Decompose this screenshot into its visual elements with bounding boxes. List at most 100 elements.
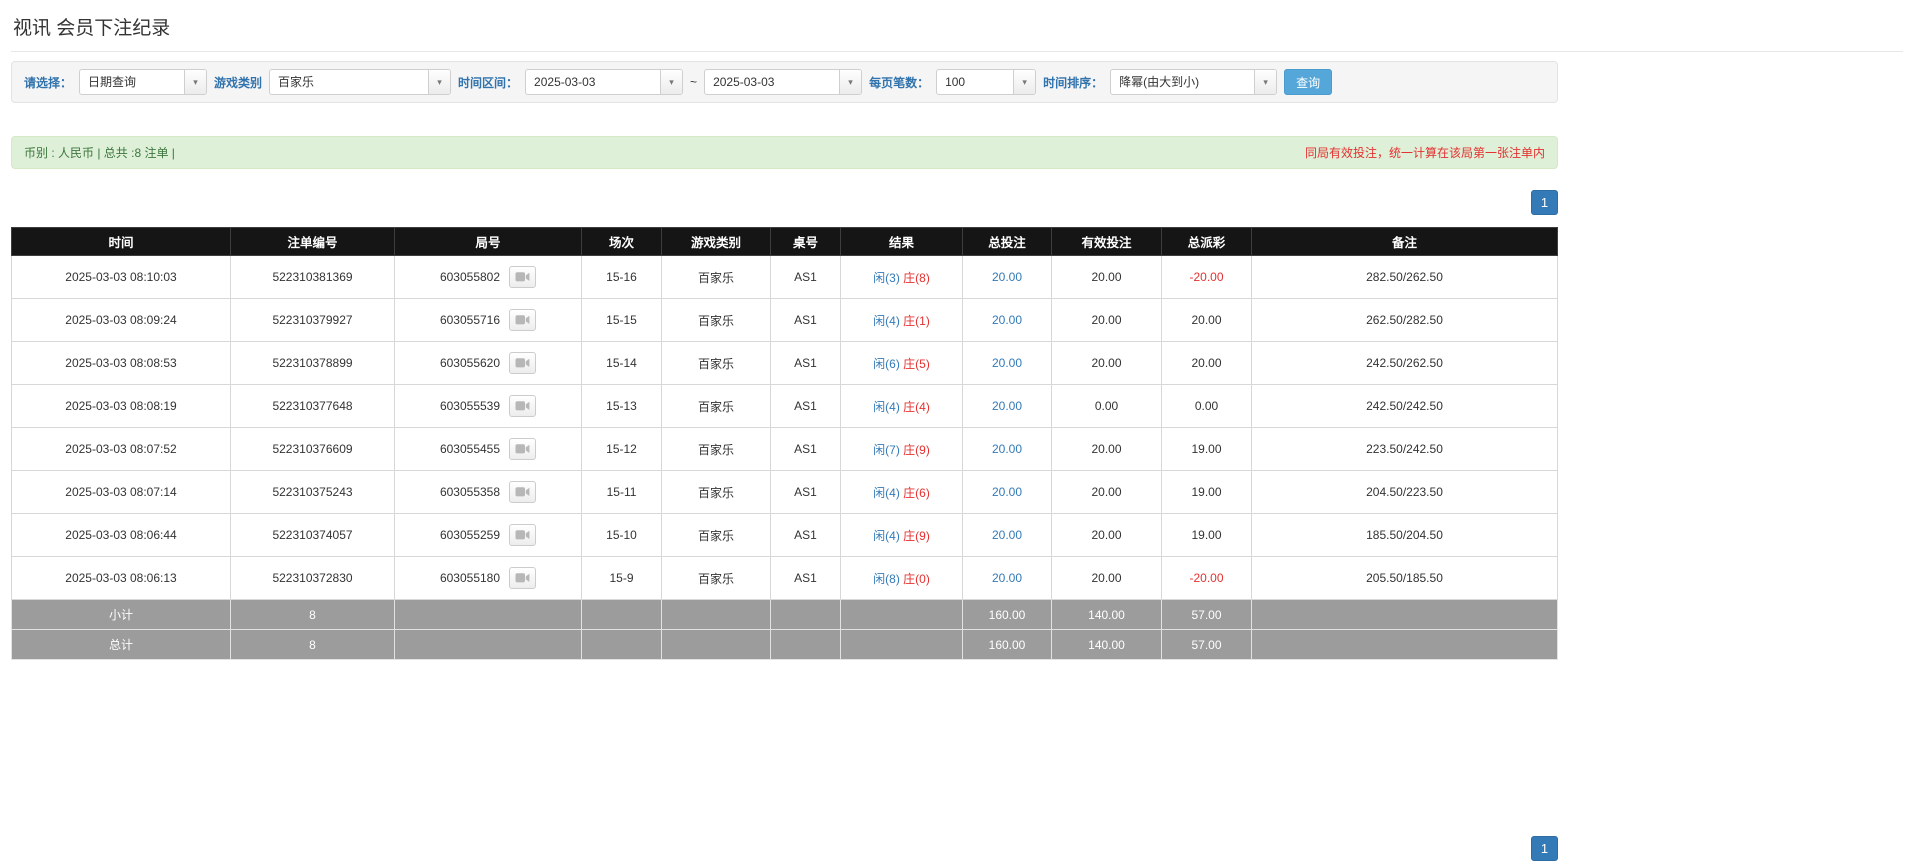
round-number: 603055259 (439, 528, 501, 542)
cell-total-bet[interactable]: 20.00 (962, 255, 1052, 299)
cell-total-bet[interactable]: 20.00 (962, 384, 1052, 428)
cell-total-bet[interactable]: 20.00 (962, 470, 1052, 514)
total-label: 总计 (11, 629, 231, 660)
page-number-button[interactable]: 1 (1531, 190, 1558, 215)
video-replay-button[interactable] (509, 266, 537, 288)
date-to-select[interactable]: 2025-03-03 ▾ (704, 69, 863, 95)
cell-note: 242.50/242.50 (1251, 384, 1558, 428)
table-body: 2025-03-03 08:10:03 522310381369 603055802… (11, 255, 1558, 600)
cell-total-bet[interactable]: 20.00 (962, 556, 1052, 600)
cell-table-no: AS1 (770, 298, 841, 342)
cell-round-no: 603055802 (394, 255, 582, 299)
date-from-select[interactable]: 2025-03-03 ▾ (525, 69, 684, 95)
header-total-bet: 总投注 (962, 227, 1052, 256)
total-bet-link[interactable]: 20.00 (992, 571, 1022, 585)
cell-time: 2025-03-03 08:07:14 (11, 470, 231, 514)
cell-table-no: AS1 (770, 513, 841, 557)
cell-time: 2025-03-03 08:06:44 (11, 513, 231, 557)
video-replay-button[interactable] (509, 567, 537, 589)
total-bet-link[interactable]: 20.00 (992, 485, 1022, 499)
total-count: 8 (230, 629, 395, 660)
cell-game-type: 百家乐 (661, 470, 771, 514)
cell-round-no: 603055620 (394, 341, 582, 385)
header-game-type: 游戏类别 (661, 227, 771, 256)
chevron-down-icon[interactable]: ▾ (1013, 70, 1036, 94)
query-type-select[interactable]: 日期查询 ▾ (79, 69, 208, 95)
game-type-select[interactable]: 百家乐 ▾ (269, 69, 452, 95)
video-replay-icon (515, 315, 530, 325)
page: 视讯 会员下注纪录 请选择： 日期查询 ▾ 游戏类别 百家乐 ▾ 时间区间： 2… (0, 0, 1914, 861)
cell-total-bet[interactable]: 20.00 (962, 427, 1052, 471)
cell-total-bet[interactable]: 20.00 (962, 298, 1052, 342)
chevron-down-icon[interactable]: ▾ (1254, 70, 1277, 94)
total-bet-link[interactable]: 20.00 (992, 270, 1022, 284)
video-replay-button[interactable] (509, 352, 537, 374)
header-round-no: 局号 (394, 227, 582, 256)
cell-session: 15-11 (581, 470, 662, 514)
result-banker: 庄(1) (903, 313, 930, 328)
time-sort-select[interactable]: 降幂(由大到小) ▾ (1110, 69, 1278, 95)
total-bet-link[interactable]: 20.00 (992, 442, 1022, 456)
page-size-value: 100 (945, 75, 966, 89)
video-replay-button[interactable] (509, 481, 537, 503)
total-payout: 57.00 (1161, 629, 1252, 660)
chevron-down-icon[interactable]: ▾ (184, 70, 207, 94)
page-number-button[interactable]: 1 (1531, 836, 1558, 861)
cell-total-bet[interactable]: 20.00 (962, 513, 1052, 557)
cell-result: 闲(4) 庄(4) (840, 384, 963, 428)
result-player: 闲(4) (873, 313, 900, 328)
cell-order-no: 522310374057 (230, 513, 395, 557)
content: 请选择： 日期查询 ▾ 游戏类别 百家乐 ▾ 时间区间： 2025-03-03 … (11, 61, 1558, 861)
cell-note: 204.50/223.50 (1251, 470, 1558, 514)
round-number: 603055716 (439, 313, 501, 327)
page-header: 视讯 会员下注纪录 (11, 0, 1903, 52)
header-result: 结果 (840, 227, 963, 256)
cell-total-bet[interactable]: 20.00 (962, 341, 1052, 385)
result-banker: 庄(4) (903, 399, 930, 414)
cell-round-no: 603055259 (394, 513, 582, 557)
cell-note: 262.50/282.50 (1251, 298, 1558, 342)
cell-payout: 19.00 (1161, 470, 1252, 514)
total-bet-link[interactable]: 20.00 (992, 313, 1022, 327)
cell-note: 185.50/204.50 (1251, 513, 1558, 557)
page-size-select[interactable]: 100 ▾ (936, 69, 1037, 95)
total-valid-bet: 140.00 (1051, 629, 1162, 660)
video-replay-button[interactable] (509, 395, 537, 417)
cell-time: 2025-03-03 08:06:13 (11, 556, 231, 600)
cell-game-type: 百家乐 (661, 384, 771, 428)
total-row: 总计 8 160.00 140.00 57.00 (11, 629, 1558, 660)
header-table-no: 桌号 (770, 227, 841, 256)
valid-bet-notice-text: 同局有效投注，统一计算在该局第一张注单内 (1304, 146, 1545, 160)
cell-result: 闲(6) 庄(5) (840, 341, 963, 385)
search-button[interactable]: 查询 (1284, 69, 1333, 95)
round-number: 603055455 (439, 442, 501, 456)
result-banker: 庄(5) (903, 356, 930, 371)
video-replay-button[interactable] (509, 309, 537, 331)
total-bet-link[interactable]: 20.00 (992, 399, 1022, 413)
bottom-pagination: 1 (11, 836, 1558, 861)
cell-game-type: 百家乐 (661, 427, 771, 471)
currency-summary-text: 币别 : 人民币 | 总共 :8 注单 | (24, 146, 175, 160)
total-bet-link[interactable]: 20.00 (992, 356, 1022, 370)
total-bet-link[interactable]: 20.00 (992, 528, 1022, 542)
result-player: 闲(4) (873, 528, 900, 543)
cell-valid-bet: 20.00 (1051, 255, 1162, 299)
chevron-down-icon[interactable]: ▾ (839, 70, 862, 94)
cell-time: 2025-03-03 08:09:24 (11, 298, 231, 342)
chevron-down-icon[interactable]: ▾ (660, 70, 683, 94)
cell-table-no: AS1 (770, 556, 841, 600)
cell-session: 15-16 (581, 255, 662, 299)
time-range-label: 时间区间： (458, 75, 519, 90)
cell-time: 2025-03-03 08:08:19 (11, 384, 231, 428)
video-replay-button[interactable] (509, 438, 537, 460)
cell-result: 闲(4) 庄(6) (840, 470, 963, 514)
subtotal-row: 小计 8 160.00 140.00 57.00 (11, 599, 1558, 630)
subtotal-label: 小计 (11, 599, 231, 630)
cell-result: 闲(3) 庄(8) (840, 255, 963, 299)
cell-note: 205.50/185.50 (1251, 556, 1558, 600)
cell-time: 2025-03-03 08:10:03 (11, 255, 231, 299)
cell-result: 闲(4) 庄(9) (840, 513, 963, 557)
chevron-down-icon[interactable]: ▾ (428, 70, 451, 94)
cell-payout: 0.00 (1161, 384, 1252, 428)
video-replay-button[interactable] (509, 524, 537, 546)
